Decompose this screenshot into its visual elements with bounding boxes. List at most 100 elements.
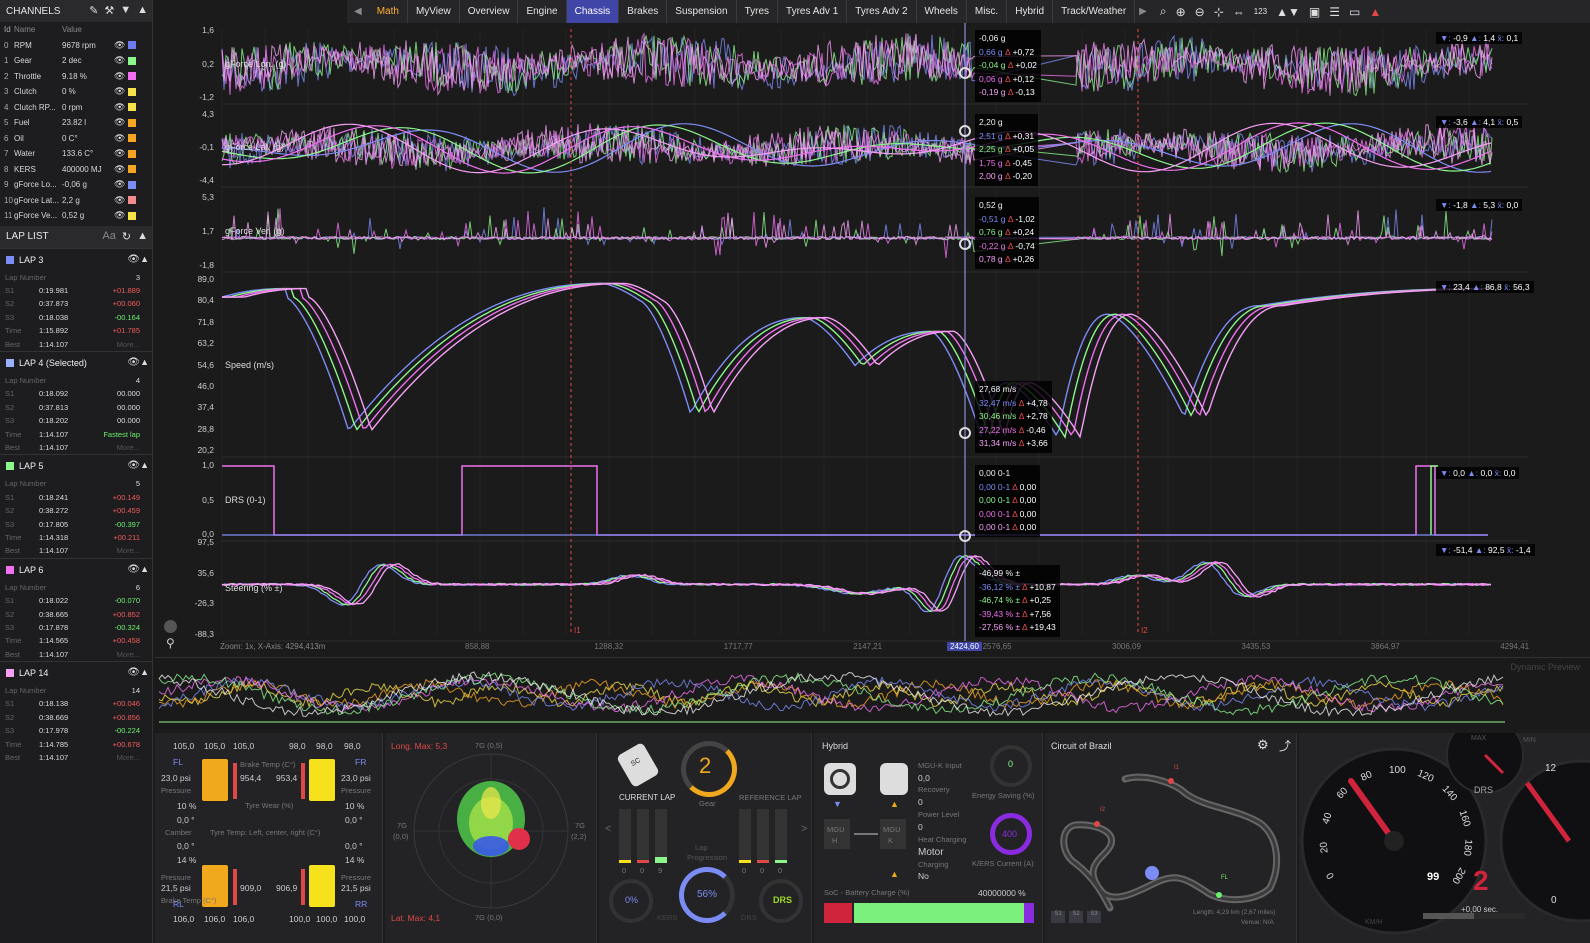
tab-scroll-left-icon[interactable]: ◀ — [347, 6, 369, 17]
lap-collapse-icon[interactable]: ▲ — [140, 564, 149, 574]
lap-item[interactable]: LAP 5 👁 ▲ Lap Number 5 S1 0:18.241 +00.149 S2 0:3… — [0, 454, 152, 557]
lap-eye-icon[interactable]: 👁 — [127, 254, 140, 265]
eye-icon[interactable]: 👁 — [114, 148, 128, 159]
collapse-icon[interactable]: ▲ — [137, 4, 148, 17]
channel-color-swatch[interactable] — [128, 211, 136, 220]
lap-eye-icon[interactable]: 👁 — [127, 667, 140, 678]
collapse-laps-icon[interactable]: ▲ — [137, 230, 148, 243]
filter-icon[interactable]: ▼ — [120, 4, 131, 17]
channel-color-swatch[interactable] — [128, 41, 136, 50]
tab-misc-[interactable]: Misc. — [967, 0, 1008, 23]
tab-hybrid[interactable]: Hybrid — [1007, 0, 1054, 23]
tab-myview[interactable]: MyView — [408, 0, 460, 23]
lap-eye-icon[interactable]: 👁 — [127, 564, 140, 575]
lap-header[interactable]: LAP 14 👁 ▲ — [0, 662, 152, 684]
next-arrow-icon[interactable]: > — [801, 823, 807, 835]
lap-eye-icon[interactable]: 👁 — [127, 357, 140, 368]
eye-icon[interactable]: 👁 — [114, 133, 128, 144]
channel-color-swatch[interactable] — [128, 180, 136, 189]
channel-color-swatch[interactable] — [128, 134, 136, 143]
eye-icon[interactable]: 👁 — [114, 71, 128, 82]
tab-scroll-right-icon[interactable]: ▶ — [1135, 6, 1151, 17]
lap-item[interactable]: LAP 3 👁 ▲ Lap Number 3 S1 0:19.981 +01.889 S2 0:3… — [0, 247, 152, 351]
eye-icon[interactable]: 👁 — [114, 86, 128, 97]
eye-icon[interactable]: 👁 — [114, 195, 128, 206]
fit-width-icon[interactable]: ⇔ — [1233, 5, 1245, 19]
eye-icon[interactable]: 👁 — [114, 210, 128, 221]
eye-icon[interactable]: 👁 — [114, 164, 128, 175]
zoom-icon[interactable]: ⌕ — [1160, 4, 1167, 19]
channel-row[interactable]: 8 KERS 400000 MJ 👁 — [0, 162, 152, 178]
channel-row[interactable]: 5 Fuel 23.82 l 👁 — [0, 115, 152, 131]
layout-icon[interactable]: ☰ — [1329, 5, 1340, 19]
lap-stat-delta[interactable]: More... — [87, 546, 140, 555]
chart-canvas[interactable] — [160, 23, 1590, 655]
lap-header[interactable]: LAP 3 👁 ▲ — [0, 249, 152, 271]
zoom-in-icon[interactable]: ⊕ — [1176, 5, 1186, 19]
tab-engine[interactable]: Engine — [518, 0, 567, 23]
pencil-icon[interactable]: ✎ — [89, 4, 98, 17]
channel-row[interactable]: 11 gForce Ve... 0,52 g 👁 — [0, 208, 152, 224]
lap-collapse-icon[interactable]: ▲ — [140, 357, 149, 367]
alert-icon[interactable]: ▲ — [1369, 5, 1381, 19]
tab-suspension[interactable]: Suspension — [667, 0, 737, 23]
channel-color-swatch[interactable] — [128, 165, 136, 174]
prev-arrow-icon[interactable]: < — [605, 823, 611, 835]
channel-row[interactable]: 6 Oil 0 C° 👁 — [0, 131, 152, 147]
lap-header[interactable]: LAP 5 👁 ▲ — [0, 455, 152, 477]
min-max-icon[interactable]: ▲▼ — [1276, 5, 1300, 19]
split-icon[interactable]: ▭ — [1349, 5, 1360, 19]
channel-row[interactable]: 2 Throttle 9.18 % 👁 — [0, 69, 152, 85]
lap-stat-delta[interactable]: More... — [87, 650, 140, 659]
channel-row[interactable]: 9 gForce Lo... -0,06 g 👁 — [0, 177, 152, 193]
eye-icon[interactable]: 👁 — [114, 55, 128, 66]
tab-math[interactable]: Math — [369, 0, 408, 23]
channel-row[interactable]: 0 RPM 9678 rpm 👁 — [0, 38, 152, 54]
lap-item[interactable]: LAP 14 👁 ▲ Lap Number 14 S1 0:18.138 +00.046 S2 0… — [0, 660, 152, 764]
refresh-icon[interactable]: ↻ — [122, 230, 131, 243]
sector-s3[interactable]: S3 — [1087, 911, 1101, 923]
channel-row[interactable]: 10 gForce Lat... 2,2 g 👁 — [0, 193, 152, 209]
eye-icon[interactable]: 👁 — [114, 117, 128, 128]
lap-collapse-icon[interactable]: ▲ — [140, 254, 149, 264]
eye-icon[interactable]: 👁 — [114, 102, 128, 113]
tab-tyres-adv-1[interactable]: Tyres Adv 1 — [778, 0, 848, 23]
channel-row[interactable]: 4 Clutch RP... 0 rpm 👁 — [0, 100, 152, 116]
channel-color-swatch[interactable] — [128, 87, 136, 96]
sector-s1[interactable]: S1 — [1051, 911, 1065, 923]
channel-row[interactable]: 3 Clutch 0 % 👁 — [0, 84, 152, 100]
settings-icon[interactable]: ⚙ — [1257, 737, 1269, 753]
wrench-icon[interactable]: ⚒ — [104, 4, 114, 17]
channel-color-swatch[interactable] — [128, 118, 136, 127]
channel-color-swatch[interactable] — [128, 103, 136, 112]
eye-icon[interactable]: 👁 — [114, 179, 128, 190]
lap-item[interactable]: LAP 6 👁 ▲ Lap Number 6 S1 0:18.022 -00.070 S2 0:3… — [0, 557, 152, 661]
lap-collapse-icon[interactable]: ▲ — [140, 460, 149, 470]
eye-icon[interactable]: 👁 — [114, 40, 128, 51]
lap-eye-icon[interactable]: 👁 — [127, 460, 140, 471]
channel-color-swatch[interactable] — [128, 196, 136, 205]
tab-chassis[interactable]: Chassis — [566, 0, 620, 23]
channel-color-swatch[interactable] — [128, 149, 136, 158]
channel-color-swatch[interactable] — [128, 56, 136, 65]
popout-icon[interactable]: ⤴ — [1279, 737, 1291, 754]
tab-tyres-adv-2[interactable]: Tyres Adv 2 — [847, 0, 917, 23]
channel-color-swatch[interactable] — [128, 72, 136, 81]
preview-canvas[interactable] — [155, 658, 1590, 731]
tab-tyres[interactable]: Tyres — [737, 0, 779, 23]
tab-brakes[interactable]: Brakes — [619, 0, 668, 23]
values-toggle-icon[interactable]: 123 — [1254, 7, 1267, 16]
lap-stat-delta[interactable]: More... — [87, 340, 140, 349]
lap-header[interactable]: LAP 4 (Selected) 👁 ▲ — [0, 352, 152, 374]
crosshair-icon[interactable]: ⊹ — [1214, 5, 1224, 19]
channel-row[interactable]: 7 Water 133.6 C° 👁 — [0, 146, 152, 162]
lap-item[interactable]: LAP 4 (Selected) 👁 ▲ Lap Number 4 S1 0:18.092 0… — [0, 350, 152, 454]
channel-row[interactable]: 1 Gear 2 dec 👁 — [0, 53, 152, 69]
tab-overview[interactable]: Overview — [460, 0, 519, 23]
sector-s2[interactable]: S2 — [1069, 911, 1083, 923]
frame-icon[interactable]: ▣ — [1309, 5, 1320, 19]
dynamic-preview[interactable]: Dynamic Preview — [155, 657, 1590, 730]
lap-collapse-icon[interactable]: ▲ — [140, 667, 149, 677]
tab-track-weather[interactable]: Track/Weather — [1053, 0, 1136, 23]
lap-stat-delta[interactable]: More... — [87, 443, 140, 452]
